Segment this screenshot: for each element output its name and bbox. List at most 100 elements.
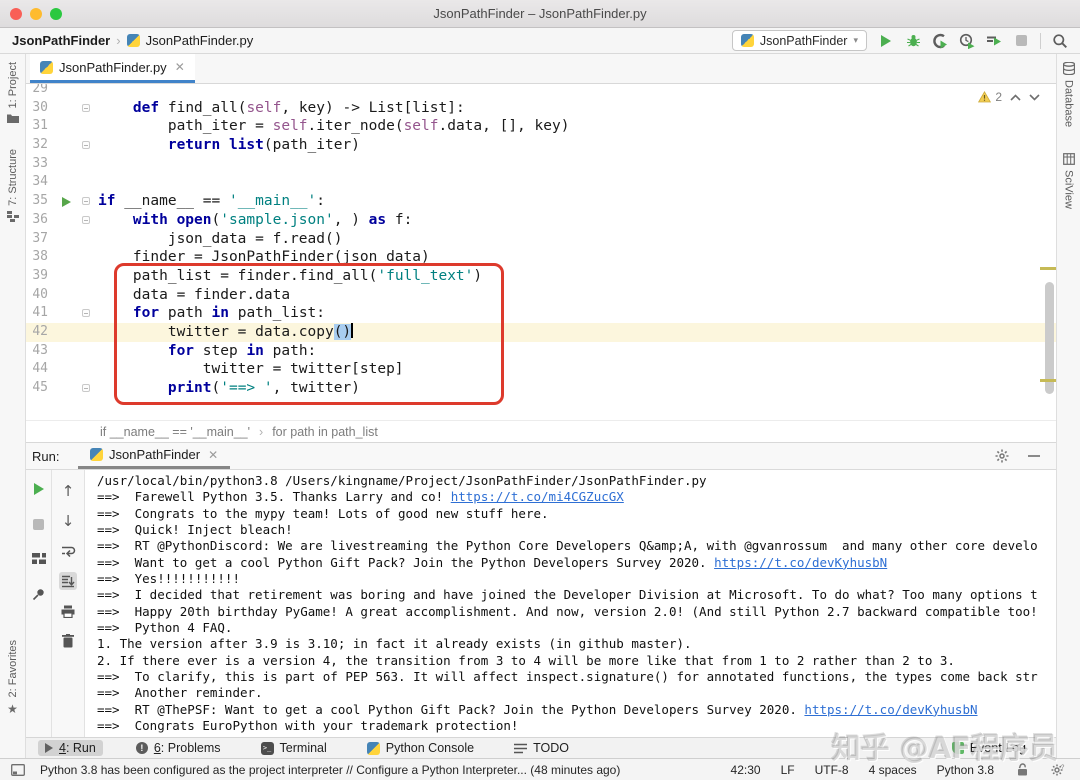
toolwindow-button[interactable]: >_ Terminal [254, 740, 334, 756]
indent-style[interactable]: 4 spaces [869, 763, 917, 777]
warning-stripe-mark[interactable] [1040, 267, 1056, 270]
code-line[interactable]: 36 with open('sample.json', ) as f: [26, 211, 1056, 230]
problems-icon: ! [135, 742, 148, 754]
breadcrumb-for-loop[interactable]: for path in path_list [272, 425, 378, 439]
code-line[interactable]: 40 data = finder.data [26, 286, 1056, 305]
status-message[interactable]: Python 3.8 has been configured as the pr… [40, 763, 731, 777]
soft-wrap-button[interactable] [59, 542, 77, 560]
breadcrumb-file[interactable]: JsonPathFinder.py [146, 33, 254, 48]
code-line[interactable]: 38 finder = JsonPathFinder(json_data) [26, 248, 1056, 267]
run-with-coverage-button[interactable] [932, 33, 948, 49]
python-file-icon [126, 34, 140, 47]
interpreter[interactable]: Python 3.8 [937, 763, 994, 777]
fold-marker-icon[interactable] [82, 309, 90, 318]
debug-button[interactable] [905, 33, 921, 49]
run-panel-title: Run: [32, 448, 60, 464]
file-encoding[interactable]: UTF-8 [815, 763, 849, 777]
toolwindow-toggle-icon[interactable] [10, 762, 26, 778]
toolwindow-button[interactable]: TODO [507, 740, 576, 756]
code-line[interactable]: 33 [26, 155, 1056, 174]
code-line[interactable]: 31 path_iter = self.iter_node(self.data,… [26, 117, 1056, 136]
close-tab-icon[interactable]: ✕ [175, 60, 185, 74]
console-output[interactable]: /usr/local/bin/python3.8 /Users/kingname… [85, 470, 1056, 737]
toolwindow-stripe-button[interactable]: 7: Structure [6, 149, 19, 223]
console-line: ==> Want to get a cool Python Gift Pack?… [97, 554, 888, 570]
console-link[interactable]: https://t.co/mi4CGZucGX [451, 489, 624, 504]
down-stack-trace-button[interactable]: ↓ [59, 512, 77, 530]
editor-lines: 29 30 def find_all(self, key) -> List[lis… [26, 84, 1056, 398]
hide-panel-icon[interactable] [1028, 455, 1040, 457]
previous-problem-icon[interactable] [1010, 93, 1021, 101]
code-line[interactable]: 39 path_list = finder.find_all('full_tex… [26, 267, 1056, 286]
inspection-widget[interactable]: 2 [978, 90, 1040, 104]
close-tab-icon[interactable]: ✕ [208, 448, 218, 462]
code-text: path_iter = self.iter_node(self.data, []… [98, 118, 570, 135]
run-toolbar-secondary: ↑ ↓ [52, 470, 85, 737]
execute-selection-button[interactable] [986, 33, 1002, 49]
fold-marker-icon[interactable] [82, 215, 90, 224]
settings-gear-icon[interactable] [994, 448, 1010, 464]
fold-marker-icon[interactable] [82, 197, 90, 206]
code-line[interactable]: 42 twitter = data.copy() [26, 322, 1056, 342]
up-stack-trace-button[interactable]: ↑ [59, 482, 77, 500]
scroll-to-end-button[interactable] [59, 572, 77, 590]
breadcrumb-project[interactable]: JsonPathFinder [12, 33, 110, 48]
clear-all-button[interactable] [59, 632, 77, 650]
pin-tab-button[interactable] [30, 585, 48, 603]
run-button[interactable] [878, 33, 894, 49]
line-separator[interactable]: LF [781, 763, 795, 777]
code-line[interactable]: 45 print('==> ', twitter) [26, 379, 1056, 398]
warning-count: 2 [995, 90, 1002, 104]
run-tab[interactable]: JsonPathFinder ✕ [78, 443, 231, 469]
print-button[interactable] [59, 602, 77, 620]
next-problem-icon[interactable] [1029, 93, 1040, 101]
navigation-bar: JsonPathFinder › JsonPathFinder.py JsonP… [0, 28, 1080, 54]
code-line[interactable]: 29 [26, 84, 1056, 99]
profile-button[interactable] [959, 33, 975, 49]
toolwindow-bar: 4: Run ! 6: Problems >_ Terminal Python Conso… [26, 737, 1056, 758]
breadcrumb-main-block[interactable]: if __name__ == '__main__' [100, 425, 250, 439]
code-line[interactable]: 30 def find_all(self, key) -> List[list]… [26, 99, 1056, 118]
stripe-label: 7: Structure [6, 149, 19, 207]
caret-position[interactable]: 42:30 [731, 763, 761, 777]
code-line[interactable]: 43 for step in path: [26, 342, 1056, 361]
toolwindow-button[interactable]: Python Console [360, 740, 481, 756]
readonly-lock-icon[interactable] [1014, 762, 1030, 778]
toolwindow-button[interactable]: 4: Run [38, 740, 103, 756]
code-line[interactable]: 34 [26, 173, 1056, 192]
restore-layout-button[interactable] [30, 550, 48, 568]
fold-marker-icon[interactable] [82, 103, 90, 112]
console-link[interactable]: https://t.co/devKyhusbN [804, 702, 977, 717]
gutter [48, 211, 98, 230]
stop-button[interactable] [30, 515, 48, 533]
stop-button[interactable] [1013, 33, 1029, 49]
left-stripe-items: 1: Project 7: Structure 2: Favorites ★ [0, 54, 25, 758]
code-editor[interactable]: 29 30 def find_all(self, key) -> List[lis… [26, 84, 1056, 420]
fold-marker-icon[interactable] [82, 384, 90, 392]
toolwindow-stripe-button[interactable]: 1: Project [6, 62, 19, 124]
editor-tab[interactable]: JsonPathFinder.py ✕ [30, 54, 195, 83]
editor-scrollbar[interactable] [1045, 282, 1054, 394]
run-configuration-select[interactable]: JsonPathFinder ▾ [731, 30, 867, 51]
toolwindow-button[interactable]: ! 6: Problems [129, 740, 228, 756]
code-line[interactable]: 35 if __name__ == '__main__': [26, 192, 1056, 211]
event-log-button[interactable]: Event Log [951, 741, 1026, 755]
help-gear-icon[interactable]: ? [1050, 762, 1066, 778]
run-line-icon[interactable] [62, 196, 71, 207]
code-line[interactable]: 37 json_data = f.read() [26, 230, 1056, 249]
line-number: 31 [32, 118, 48, 134]
rerun-button[interactable] [30, 480, 48, 498]
code-line[interactable]: 44 twitter = twitter[step] [26, 360, 1056, 379]
search-everywhere-icon[interactable] [1052, 33, 1068, 49]
toolwindow-stripe-button[interactable]: SciView [1063, 153, 1075, 209]
console-line: ==> Yes!!!!!!!!!!! [97, 571, 240, 587]
console-line: 1. The version after 3.9 is 3.10; in fac… [97, 636, 692, 652]
code-line[interactable]: 41 for path in path_list: [26, 304, 1056, 323]
fold-marker-icon[interactable] [82, 141, 90, 150]
toolwindow-stripe-button[interactable]: Database [1062, 62, 1075, 127]
code-line[interactable]: 32 return list(path_iter) [26, 136, 1056, 155]
toolwindow-stripe-button[interactable]: 2: Favorites ★ [7, 640, 19, 716]
warning-stripe-mark[interactable] [1040, 379, 1056, 382]
console-link[interactable]: https://t.co/devKyhusbN [714, 555, 887, 570]
toolwindow-button-label: TODO [533, 741, 569, 755]
